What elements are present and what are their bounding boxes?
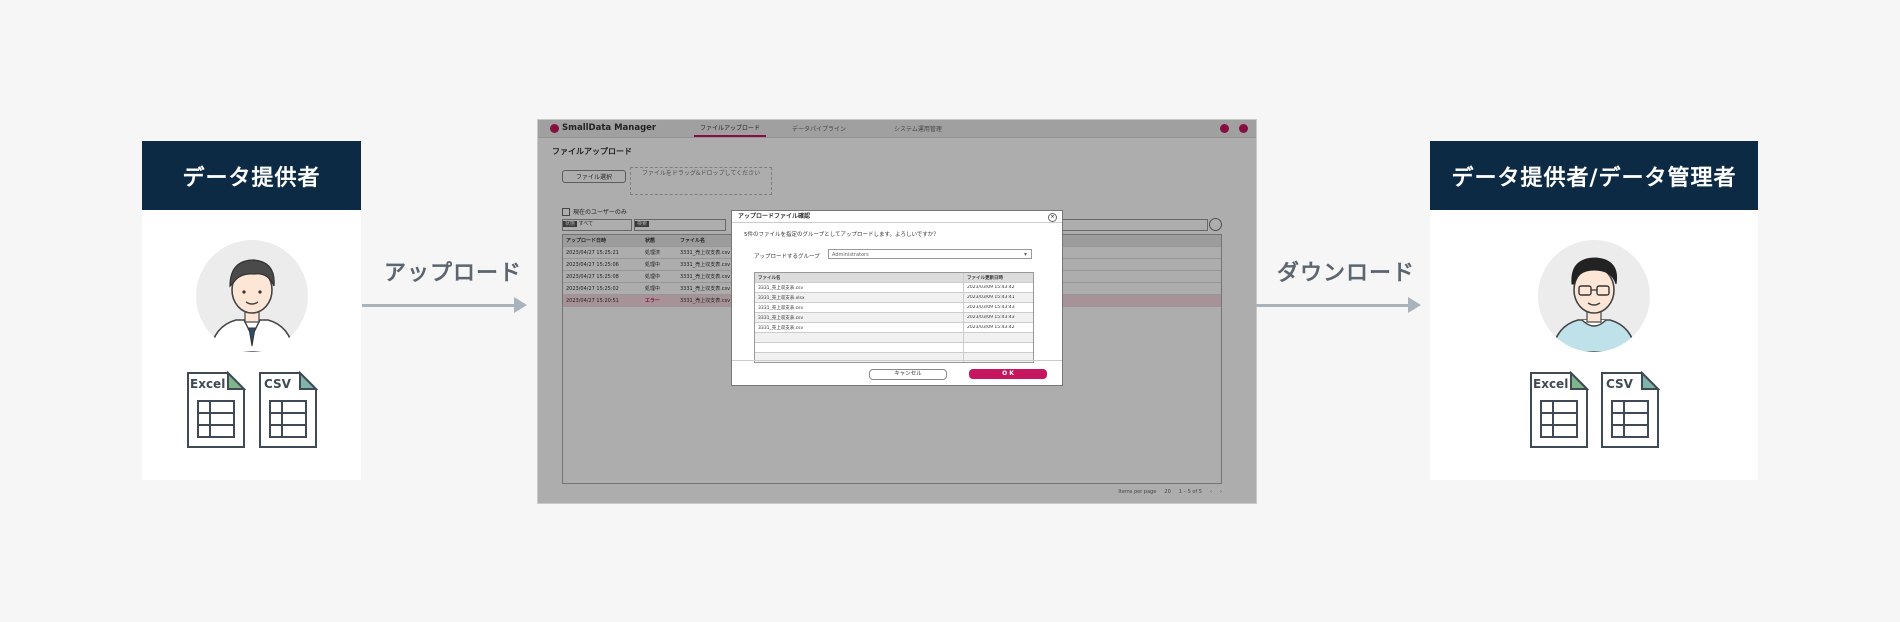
card-title: データ提供者/データ管理者: [1430, 141, 1758, 210]
cell-date: 2023/03/09 15:43:43: [967, 315, 1015, 320]
download-arrow: [1256, 297, 1421, 313]
group-select[interactable]: Administrators ▾: [828, 249, 1032, 259]
upload-confirm-dialog: アップロードファイル確認 × 5件のファイルを指定のグループとしてアップロードし…: [731, 210, 1063, 386]
csv-file-icon: CSV: [258, 370, 319, 449]
csv-label: CSV: [1606, 377, 1633, 391]
person-icon: [1551, 257, 1637, 352]
dialog-title: アップロードファイル確認: [738, 213, 811, 220]
dialog-header: アップロードファイル確認 ×: [732, 211, 1062, 223]
table-row: 3331_売上収支表.csv 2023/03/09 15:43:42: [755, 323, 1033, 333]
group-value: Administrators: [832, 252, 869, 258]
card-title: データ提供者: [142, 141, 361, 210]
header-filename: ファイル名: [755, 273, 964, 282]
header-modified: ファイル更新日時: [967, 275, 1003, 281]
cancel-button[interactable]: キャンセル: [869, 369, 947, 380]
table-row-empty: [755, 343, 1033, 353]
cell-date: 2023/03/09 15:43:42: [967, 285, 1015, 290]
cell-file: 3331_売上収支表.csv: [755, 323, 964, 332]
cell-date: 2023/03/09 15:43:42: [967, 325, 1015, 330]
manager-avatar: [1538, 240, 1650, 352]
file-list-table: ファイル名 ファイル更新日時 3331_売上収支表.csv 2023/03/09 1…: [754, 272, 1034, 363]
upload-arrow: [362, 297, 527, 313]
table-row: 3331_売上収支表.csv 2023/03/09 15:43:43: [755, 303, 1033, 313]
ok-button[interactable]: O K: [969, 369, 1047, 379]
table-row-empty: [755, 333, 1033, 343]
dialog-footer: キャンセル O K: [732, 360, 1062, 385]
data-manager-card: データ提供者/データ管理者 Excel CSV: [1430, 141, 1758, 480]
excel-label: Excel: [190, 377, 226, 391]
table-row: 3331_売上収支表.csv 2023/03/09 15:43:43: [755, 313, 1033, 323]
excel-label: Excel: [1533, 377, 1569, 391]
person-icon: [209, 259, 295, 352]
provider-avatar: [196, 240, 308, 352]
cell-date: 2023/03/09 15:43:41: [967, 295, 1015, 300]
csv-label: CSV: [264, 377, 291, 391]
close-icon[interactable]: ×: [1048, 213, 1057, 222]
dialog-message: 5件のファイルを指定のグループとしてアップロードします。よろしいですか？: [744, 232, 939, 238]
cell-date: 2023/03/09 15:43:43: [967, 305, 1015, 310]
cell-file: 3331_売上収支表.csv: [755, 313, 964, 322]
cell-file: 3331_売上収支表.xlsx: [755, 293, 964, 302]
data-provider-card: データ提供者 Excel CSV: [142, 141, 361, 480]
table-header: ファイル名 ファイル更新日時: [755, 273, 1033, 283]
download-label: ダウンロード: [1277, 261, 1416, 286]
cell-file: 3331_売上収支表.csv: [755, 283, 964, 292]
upload-label: アップロード: [384, 261, 523, 286]
table-row: 3331_売上収支表.xlsx 2023/03/09 15:43:41: [755, 293, 1033, 303]
app-screenshot: SmallData Manager ファイルアップロード データパイプライン シ…: [537, 119, 1257, 504]
csv-file-icon: CSV: [1600, 370, 1661, 449]
cell-file: 3331_売上収支表.csv: [755, 303, 964, 312]
excel-file-icon: Excel: [186, 370, 247, 449]
excel-file-icon: Excel: [1529, 370, 1590, 449]
table-row: 3331_売上収支表.csv 2023/03/09 15:43:42: [755, 283, 1033, 293]
group-label: アップロードするグループ: [754, 254, 820, 260]
chevron-down-icon: ▾: [1023, 251, 1027, 258]
